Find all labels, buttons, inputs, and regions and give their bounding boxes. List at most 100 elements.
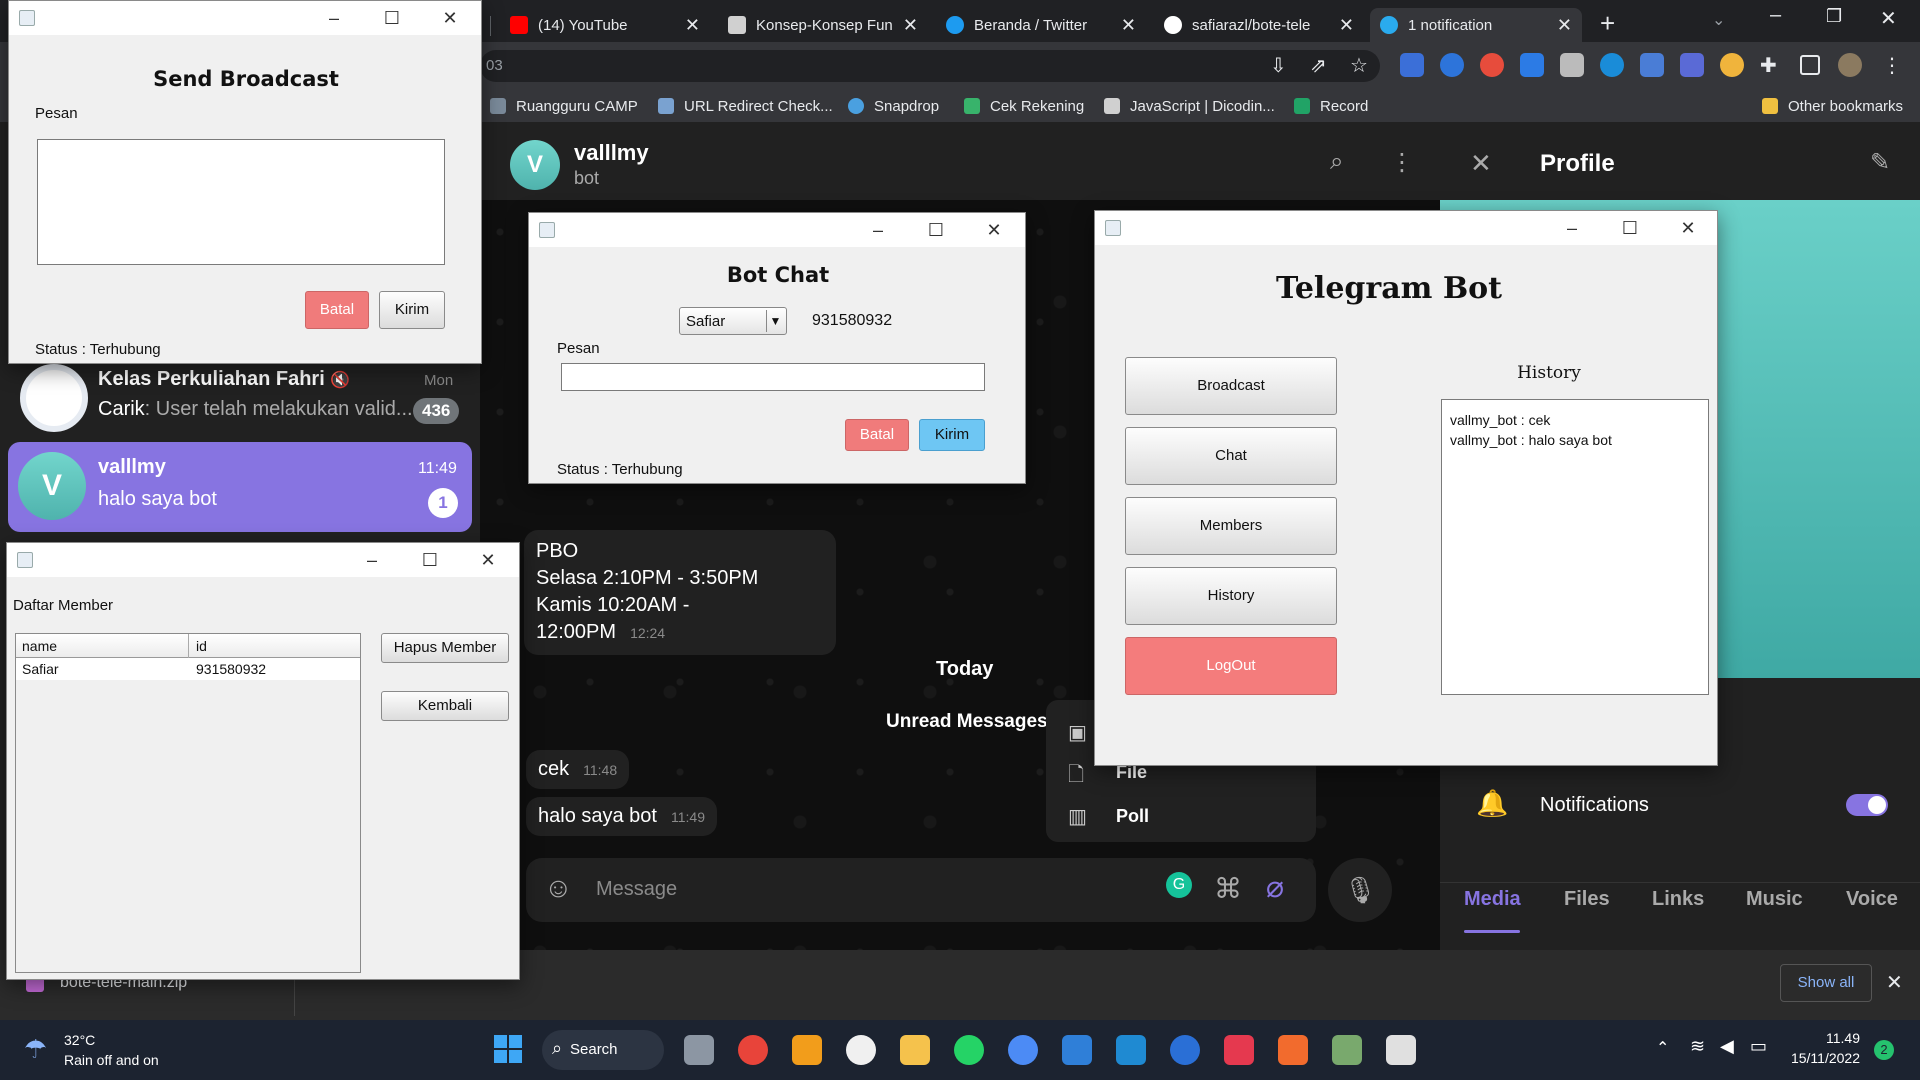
chat-list-item-active[interactable]: V valllmy 11:49 halo saya bot 1 <box>8 442 472 532</box>
puzzle-extensions-icon[interactable]: ✚ <box>1760 53 1784 77</box>
history-button[interactable]: History <box>1125 567 1337 625</box>
translate-icon[interactable] <box>1640 53 1664 77</box>
extension-icon[interactable] <box>1440 53 1464 77</box>
logout-button[interactable]: LogOut <box>1125 637 1337 695</box>
bookmark-item[interactable]: Ruangguru CAMP <box>490 95 638 117</box>
maximize-icon[interactable]: ☐ <box>415 548 445 572</box>
minimize-icon[interactable]: – <box>863 218 893 242</box>
extension-icon[interactable] <box>1720 53 1744 77</box>
tab-links[interactable]: Links <box>1652 888 1704 911</box>
close-icon[interactable]: ✕ <box>979 218 1009 242</box>
user-select[interactable]: Safiar ▼ <box>679 307 787 335</box>
close-tab-icon[interactable]: ✕ <box>1121 15 1136 36</box>
window-titlebar[interactable]: – ☐ ✕ <box>1095 211 1717 245</box>
maximize-icon[interactable]: ☐ <box>1615 216 1645 240</box>
extension-icon[interactable] <box>1680 53 1704 77</box>
history-textarea[interactable]: vallmy_bot : cek vallmy_bot : halo saya … <box>1441 399 1709 695</box>
tab-voice[interactable]: Voice <box>1846 888 1898 911</box>
taskbar-search[interactable]: ⌕ Search <box>542 1030 664 1070</box>
tab-media[interactable]: Media <box>1464 888 1521 911</box>
search-icon[interactable]: ⌕ <box>1330 148 1343 176</box>
restore-icon[interactable]: ❐ <box>1826 6 1842 27</box>
batal-button[interactable]: Batal <box>305 291 369 329</box>
kirim-button[interactable]: Kirim <box>379 291 445 329</box>
chevron-up-icon[interactable]: ⌃ <box>1656 1038 1669 1058</box>
extension-icon[interactable] <box>1400 53 1424 77</box>
window-titlebar[interactable]: – ☐ ✕ <box>9 1 481 35</box>
close-icon[interactable]: ✕ <box>1673 216 1703 240</box>
chevron-down-icon[interactable]: ▼ <box>766 310 784 332</box>
chrome-icon[interactable] <box>738 1035 768 1065</box>
volume-icon[interactable]: ◀ <box>1720 1036 1734 1057</box>
xampp-icon[interactable] <box>1278 1035 1308 1065</box>
attach-icon[interactable]: ⌀ <box>1266 870 1284 905</box>
image-icon[interactable]: ▣ <box>1068 720 1087 745</box>
kirim-button[interactable]: Kirim <box>919 419 985 451</box>
profile-avatar[interactable] <box>1838 53 1862 77</box>
show-all-button[interactable]: Show all <box>1780 964 1872 1002</box>
vscode-icon[interactable] <box>1116 1035 1146 1065</box>
maximize-icon[interactable]: ☐ <box>377 6 407 30</box>
chat-message-input[interactable] <box>561 363 985 391</box>
tab-github[interactable]: safiarazl/bote-tele ✕ <box>1154 8 1364 42</box>
tab-search-chevron-icon[interactable]: ⌄ <box>1712 10 1725 30</box>
chat-header[interactable]: V valllmy bot ⌕ ⋮ <box>480 122 1440 200</box>
edit-icon[interactable]: ✎ <box>1870 148 1890 177</box>
tab-music[interactable]: Music <box>1746 888 1803 911</box>
attach-poll-item[interactable]: Poll <box>1116 806 1149 827</box>
itunes-icon[interactable] <box>846 1035 876 1065</box>
column-header-name[interactable]: name <box>22 638 57 654</box>
members-button[interactable]: Members <box>1125 497 1337 555</box>
whatsapp-icon[interactable] <box>954 1035 984 1065</box>
minimize-icon[interactable]: – <box>1557 216 1587 240</box>
file-explorer-icon[interactable] <box>900 1035 930 1065</box>
grammarly-icon[interactable]: G <box>1166 872 1192 898</box>
java-icon[interactable] <box>1386 1035 1416 1065</box>
bookmark-item[interactable]: Record <box>1294 95 1368 117</box>
window-titlebar[interactable]: – ☐ ✕ <box>7 543 519 577</box>
command-icon[interactable]: ⌘ <box>1214 872 1242 905</box>
extension-icon[interactable] <box>1520 53 1544 77</box>
chat-list-item[interactable]: Kelas Perkuliahan Fahri 🔇 Mon Carik: Use… <box>8 360 472 440</box>
minimize-icon[interactable]: – <box>319 6 349 30</box>
close-tab-icon[interactable]: ✕ <box>685 15 700 36</box>
task-view-icon[interactable] <box>684 1035 714 1065</box>
bookmark-item[interactable]: URL Redirect Check... <box>658 95 833 117</box>
close-icon[interactable]: ✕ <box>1886 970 1903 995</box>
close-icon[interactable]: ✕ <box>1470 148 1492 179</box>
notifications-toggle[interactable] <box>1846 794 1888 816</box>
chat-button[interactable]: Chat <box>1125 427 1337 485</box>
install-app-icon[interactable]: ⇩ <box>1270 53 1294 77</box>
kebab-menu-icon[interactable]: ⋮ <box>1882 53 1906 77</box>
batal-button[interactable]: Batal <box>845 419 909 451</box>
extension-icon[interactable] <box>1480 53 1504 77</box>
bookmark-item[interactable]: Cek Rekening <box>964 95 1084 117</box>
notification-badge[interactable]: 2 <box>1874 1040 1894 1060</box>
close-icon[interactable]: ✕ <box>473 548 503 572</box>
share-icon[interactable]: ⇗ <box>1310 53 1334 77</box>
other-bookmarks[interactable]: Other bookmarks <box>1762 95 1903 117</box>
netbeans-icon[interactable] <box>1332 1035 1362 1065</box>
window-titlebar[interactable]: – ☐ ✕ <box>529 213 1025 247</box>
intellij-icon[interactable] <box>1224 1035 1254 1065</box>
kembali-button[interactable]: Kembali <box>381 691 509 721</box>
bookmark-item[interactable]: JavaScript | Dicodin... <box>1104 95 1275 117</box>
minimize-icon[interactable]: – <box>1770 4 1781 27</box>
bookmark-star-icon[interactable]: ☆ <box>1350 53 1374 77</box>
address-bar[interactable]: 03 <box>480 50 1380 82</box>
new-tab-icon[interactable]: + <box>1600 8 1615 39</box>
close-tab-icon[interactable]: ✕ <box>1339 15 1354 36</box>
table-row[interactable]: Safiar 931580932 <box>16 658 360 680</box>
maximize-icon[interactable]: ☐ <box>921 218 951 242</box>
tab-twitter[interactable]: Beranda / Twitter ✕ <box>936 8 1146 42</box>
tab-youtube[interactable]: (14) YouTube ✕ <box>500 8 710 42</box>
message-composer[interactable]: ☺ Message G ⌘ ⌀ <box>526 858 1316 922</box>
message-input[interactable]: Message <box>596 878 677 901</box>
broadcast-message-textarea[interactable] <box>37 139 445 265</box>
close-icon[interactable]: ✕ <box>435 6 465 30</box>
close-tab-icon[interactable]: ✕ <box>1557 15 1572 36</box>
chrome-profile-icon[interactable] <box>1008 1035 1038 1065</box>
teamviewer-icon[interactable] <box>1170 1035 1200 1065</box>
battery-icon[interactable]: ▭ <box>1750 1036 1767 1057</box>
close-window-icon[interactable]: ✕ <box>1880 6 1897 31</box>
